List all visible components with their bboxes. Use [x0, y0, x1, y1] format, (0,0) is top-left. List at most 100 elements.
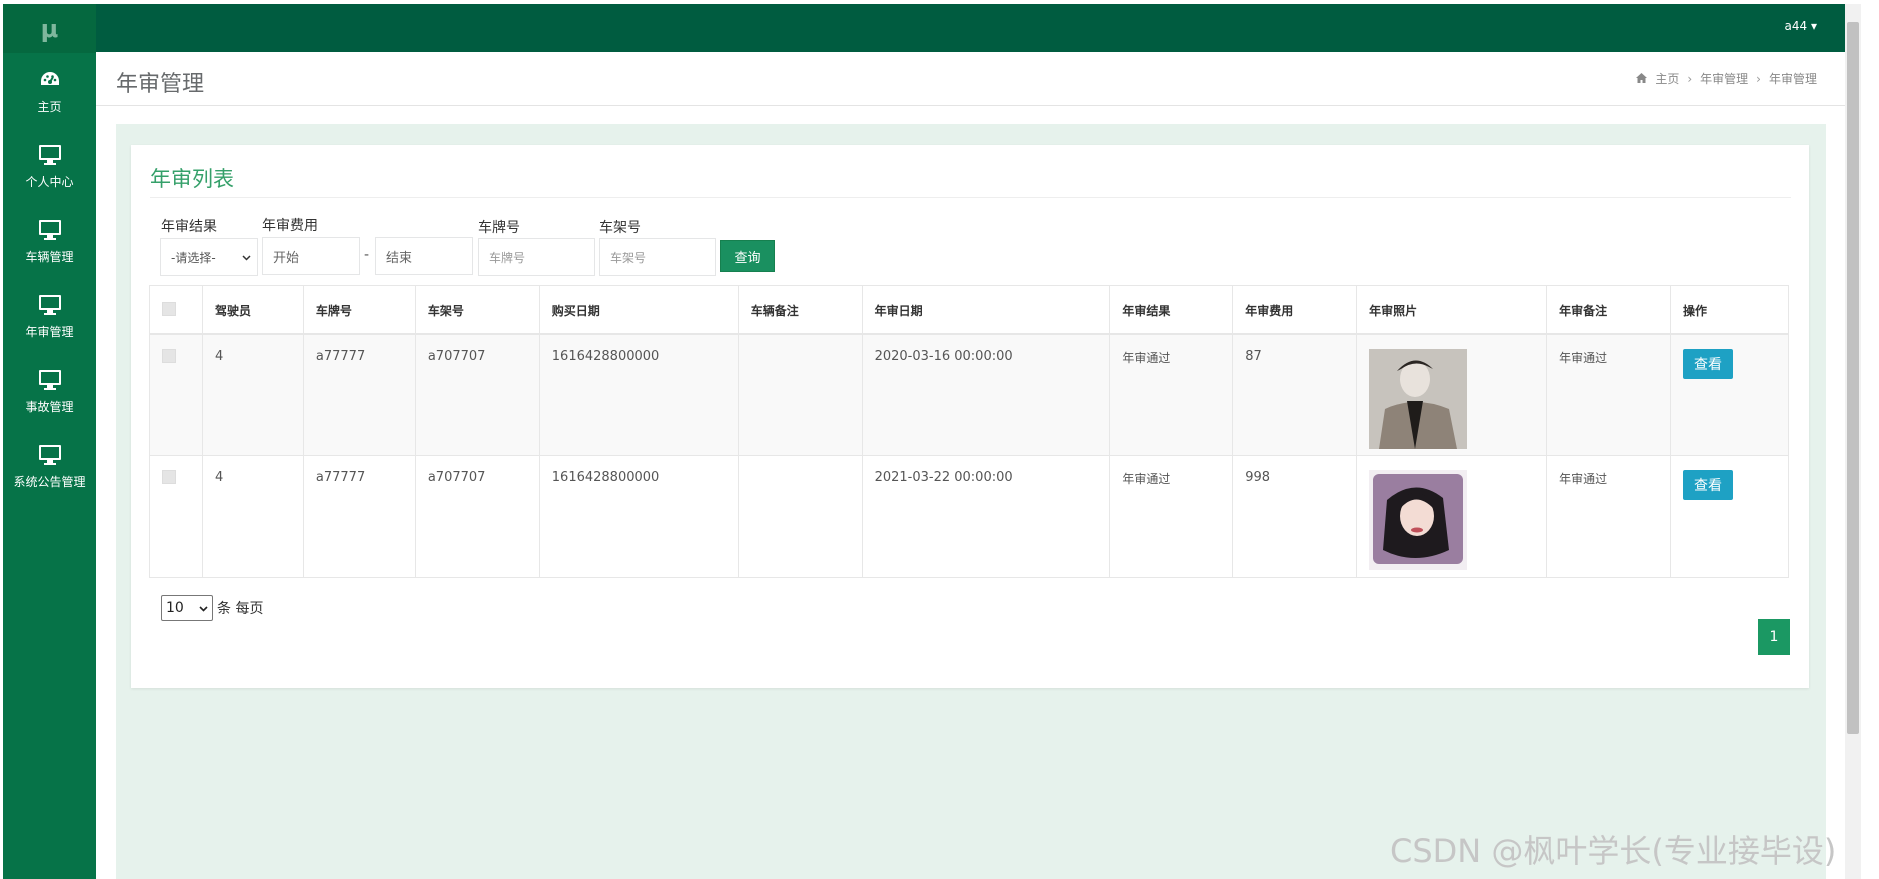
sidebar: μ 主页 个人中心 车辆管理 年审管理 事故管理 系统公告管理	[3, 4, 96, 879]
vehicle-remark-cell	[737, 333, 863, 456]
review-photo-cell	[1356, 455, 1548, 578]
action-cell: 查看	[1669, 455, 1790, 578]
row-checkbox[interactable]	[162, 470, 176, 484]
review-table: 驾驶员 车牌号 车架号 购买日期 车辆备注 年审日期 年审结果 年审费用 年审照…	[149, 285, 1790, 578]
column-header[interactable]: 年审照片	[1356, 285, 1548, 335]
chevron-down-icon	[199, 600, 208, 616]
monitor-icon	[36, 441, 64, 469]
row-checkbox[interactable]	[162, 348, 176, 363]
home-icon	[1636, 72, 1648, 86]
top-bar: a44 ▾	[96, 4, 1845, 52]
fee-end-input[interactable]: 结束	[375, 237, 473, 275]
monitor-icon	[36, 291, 64, 319]
table-header-row: 驾驶员 车牌号 车架号 购买日期 车辆备注 年审日期 年审结果 年审费用 年审照…	[149, 285, 1790, 335]
monitor-icon	[36, 366, 64, 394]
plate-filter-label: 车牌号	[478, 220, 520, 236]
user-menu[interactable]: a44 ▾	[1785, 19, 1817, 33]
sidebar-item-home[interactable]: 主页	[3, 53, 96, 128]
row-select-cell	[149, 455, 203, 578]
page-size-suffix: 条 每页	[217, 601, 264, 617]
result-select[interactable]: -请选择-	[160, 238, 258, 276]
query-button[interactable]: 查询	[720, 240, 775, 272]
page-title: 年审管理	[116, 72, 205, 97]
plate-cell: a77777	[302, 455, 416, 578]
review-result-cell: 年审通过	[1109, 333, 1234, 456]
sidebar-item-label: 年审管理	[25, 325, 74, 339]
column-header[interactable]: 驾驶员	[201, 285, 304, 335]
sidebar-item-label: 主页	[37, 100, 62, 114]
app-window: μ 主页 个人中心 车辆管理 年审管理 事故管理 系统公告管理 a44 ▾ 年审…	[0, 0, 1879, 879]
vehicle-remark-cell	[737, 455, 863, 578]
sidebar-item-label: 车辆管理	[25, 250, 74, 264]
review-date-cell: 2020-03-16 00:00:00	[861, 333, 1111, 456]
driver-cell: 4	[201, 455, 304, 578]
breadcrumb-current: 年审管理	[1768, 72, 1817, 86]
sidebar-item-accidents[interactable]: 事故管理	[3, 353, 96, 428]
divider	[150, 197, 1791, 198]
page-size-select[interactable]: 10	[161, 595, 213, 621]
vin-cell: a707707	[414, 455, 540, 578]
column-header[interactable]: 操作	[1669, 285, 1790, 335]
sidebar-item-announcements[interactable]: 系统公告管理	[3, 428, 96, 503]
column-header[interactable]: 车架号	[414, 285, 540, 335]
monitor-icon	[36, 141, 64, 169]
column-header[interactable]: 购买日期	[538, 285, 739, 335]
purchase-date-cell: 1616428800000	[538, 333, 739, 456]
watermark: CSDN @枫叶学长(专业接毕设)	[1390, 832, 1837, 870]
review-fee-cell: 998	[1232, 455, 1358, 578]
column-header[interactable]: 年审费用	[1232, 285, 1358, 335]
chevron-right-icon: ›	[1687, 71, 1693, 86]
review-photo-cell	[1356, 333, 1548, 456]
breadcrumb-home[interactable]: 主页	[1655, 70, 1679, 87]
fee-filter-label: 年审费用	[262, 218, 318, 234]
dashboard-icon	[36, 66, 64, 94]
action-cell: 查看	[1669, 333, 1790, 456]
vin-input[interactable]: 车架号	[599, 238, 716, 276]
result-filter-label: 年审结果	[161, 219, 217, 235]
review-fee-cell: 87	[1232, 333, 1358, 456]
review-result-cell: 年审通过	[1109, 455, 1234, 578]
review-date-cell: 2021-03-22 00:00:00	[861, 455, 1111, 578]
select-all-checkbox[interactable]	[162, 302, 176, 316]
page-size-value: 10	[166, 600, 184, 616]
range-dash: -	[364, 247, 370, 263]
sidebar-item-vehicles[interactable]: 车辆管理	[3, 203, 96, 278]
view-button[interactable]: 查看	[1682, 470, 1733, 500]
table-row: 4 a77777 a707707 1616428800000 2021-03-2…	[149, 455, 1790, 578]
table-row: 4 a77777 a707707 1616428800000 2020-03-1…	[149, 333, 1790, 456]
purchase-date-cell: 1616428800000	[538, 455, 739, 578]
list-panel: 年审列表 年审结果 -请选择- 年审费用 开始 - 结束 车牌号 车牌号 车架号…	[131, 145, 1809, 688]
plate-cell: a77777	[302, 333, 416, 456]
view-button[interactable]: 查看	[1682, 348, 1733, 379]
page-scrollbar[interactable]	[1845, 4, 1861, 879]
column-header[interactable]: 年审日期	[861, 285, 1111, 335]
breadcrumb-section[interactable]: 年审管理	[1700, 70, 1748, 87]
logo: μ	[3, 4, 96, 53]
page-header: 年审管理 主页 › 年审管理 › 年审管理	[96, 52, 1845, 106]
select-all-cell	[149, 285, 203, 335]
column-header[interactable]: 车辆备注	[737, 285, 863, 335]
panel-title: 年审列表	[150, 167, 234, 191]
sidebar-item-label: 系统公告管理	[13, 475, 86, 489]
sidebar-item-annual-review[interactable]: 年审管理	[3, 278, 96, 353]
column-header[interactable]: 年审备注	[1546, 285, 1671, 335]
review-note-cell: 年审通过	[1546, 455, 1671, 578]
row-select-cell	[149, 333, 203, 456]
sidebar-item-profile[interactable]: 个人中心	[3, 128, 96, 203]
chevron-right-icon: ›	[1756, 71, 1761, 86]
scrollbar-thumb[interactable]	[1847, 22, 1859, 734]
page-button-current[interactable]: 1	[1758, 619, 1790, 655]
fee-start-input[interactable]: 开始	[262, 237, 360, 275]
column-header[interactable]: 年审结果	[1109, 285, 1234, 335]
monitor-icon	[36, 216, 64, 244]
column-header[interactable]: 车牌号	[302, 285, 416, 335]
vin-filter-label: 车架号	[599, 220, 641, 236]
driver-cell: 4	[201, 333, 304, 456]
plate-input[interactable]: 车牌号	[478, 238, 595, 276]
review-photo[interactable]	[1369, 470, 1468, 570]
review-photo[interactable]	[1369, 348, 1468, 449]
chevron-down-icon	[242, 250, 251, 264]
sidebar-item-label: 事故管理	[25, 400, 74, 414]
breadcrumb: 主页 › 年审管理 › 年审管理	[1636, 70, 1817, 87]
page-size-control: 10 条 每页	[161, 595, 263, 621]
